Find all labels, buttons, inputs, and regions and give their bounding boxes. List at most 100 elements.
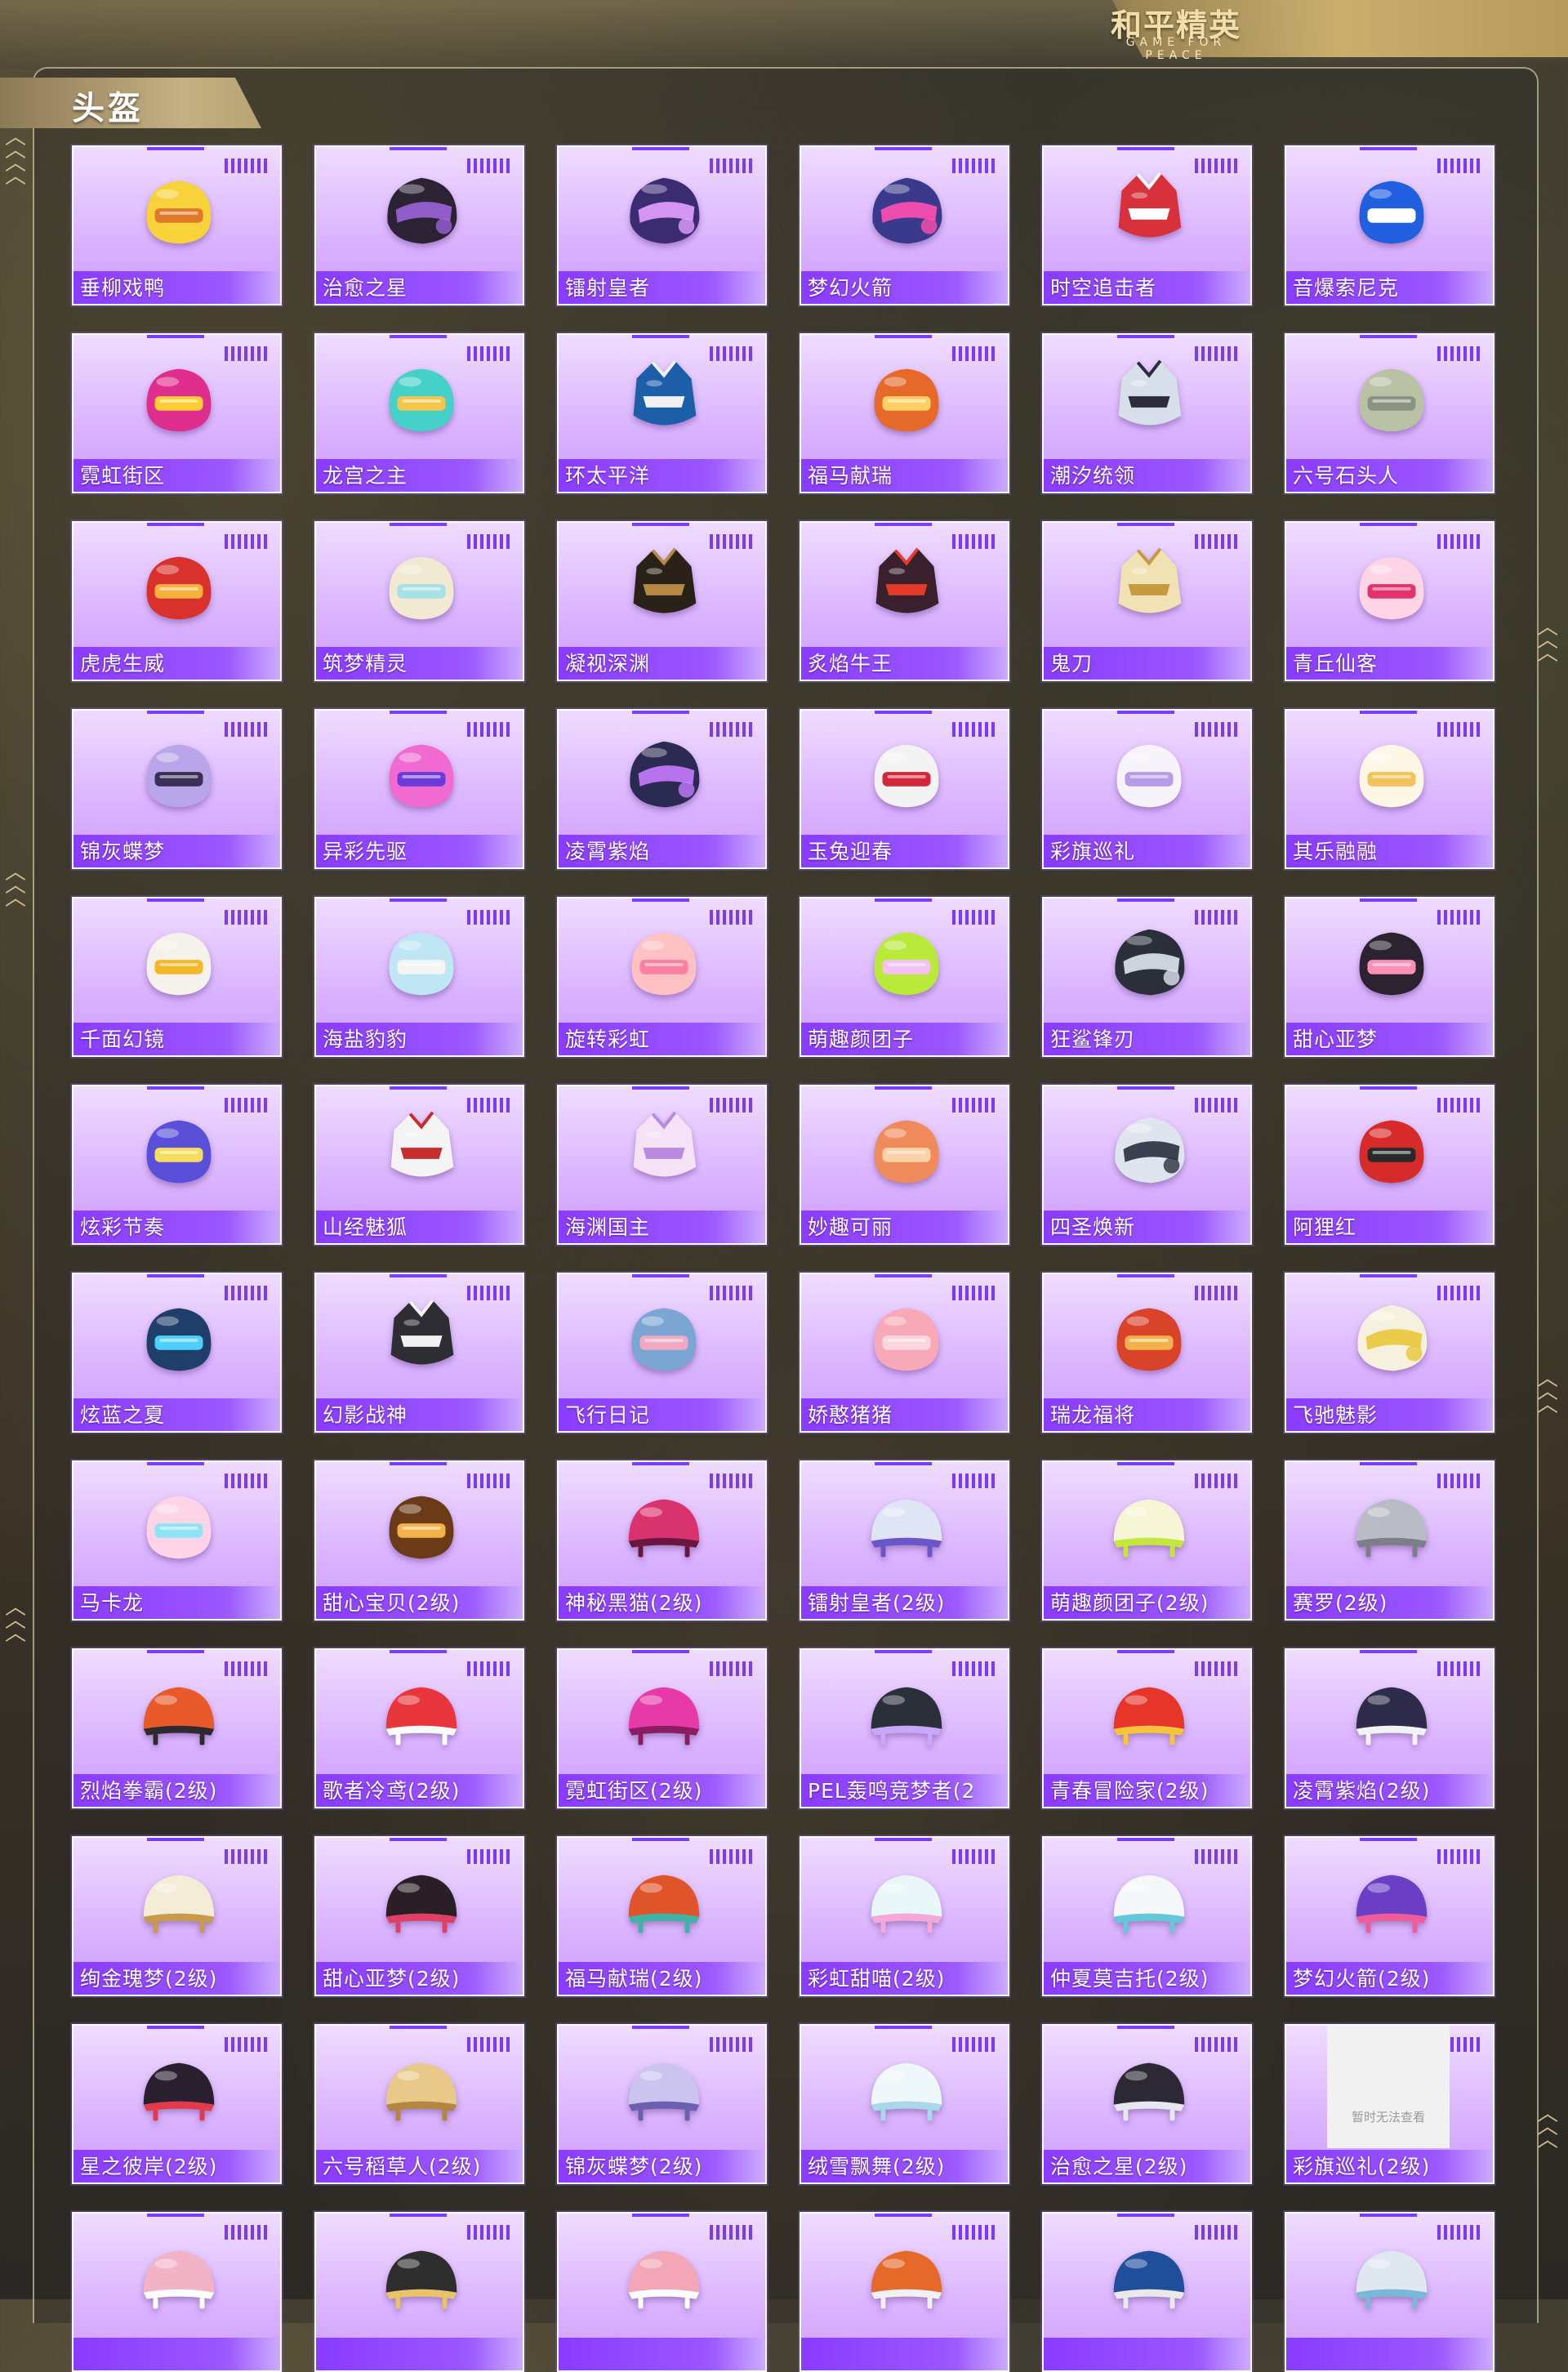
helmet-card[interactable]: 星之彼岸(2级) <box>72 2024 282 2184</box>
rarity-stripes-icon <box>952 2037 996 2052</box>
helmet-icon <box>146 556 212 620</box>
helmet-card[interactable]: 仲夏莫吉托(2级) <box>1042 1836 1252 1996</box>
helmet-card[interactable]: 绒雪飘舞(2级) <box>800 2024 1009 2184</box>
helmet-card[interactable]: 烈焰拳霸(2级) <box>72 1648 282 1808</box>
helmet-card[interactable]: 海渊国主 <box>557 1085 767 1245</box>
helmet-name: 治愈之星(2级) <box>1050 2155 1188 2178</box>
helmet-card[interactable]: 潮汐统领 <box>1042 333 1252 493</box>
helmet-card[interactable]: 狂鲨锋刃 <box>1042 897 1252 1057</box>
helmet-card[interactable]: 阿狸红 <box>1285 1085 1494 1245</box>
helmet-card[interactable]: 霓虹街区 <box>72 333 282 493</box>
rarity-stripes-icon <box>710 158 754 173</box>
helmet-card[interactable]: 甜心宝贝(2级) <box>314 1460 524 1621</box>
helmet-name: 彩旗巡礼 <box>1050 840 1136 863</box>
helmet-card[interactable]: 甜心亚梦(2级) <box>314 1836 524 1996</box>
helmet-card[interactable]: 虎虎生威 <box>72 521 282 681</box>
helmet-card[interactable]: 青丘仙客 <box>1285 521 1494 681</box>
helmet-card[interactable]: 绚金瑰梦(2级) <box>72 1836 282 1996</box>
helmet-card[interactable]: 彩虹甜喵(2级) <box>800 1836 1009 1996</box>
helmet-icon <box>143 2250 215 2309</box>
helmet-card[interactable]: 镭射皇者(2级) <box>800 1460 1009 1621</box>
helmet-name: 彩虹甜喵(2级) <box>808 1967 946 1991</box>
helmet-card[interactable]: 福马献瑞(2级) <box>557 1836 767 1996</box>
helmet-card[interactable]: 龙宫之主 <box>314 333 524 493</box>
helmet-card[interactable]: 筑梦精灵 <box>314 521 524 681</box>
helmet-card[interactable] <box>1042 2212 1252 2372</box>
helmet-card[interactable]: 玉兔迎春 <box>800 709 1009 869</box>
helmet-card[interactable]: 六号石头人 <box>1285 333 1494 493</box>
helmet-name: 治愈之星 <box>323 276 408 300</box>
helmet-name: 凝视深渊 <box>565 652 651 675</box>
helmet-card[interactable]: 妙趣可丽 <box>800 1085 1009 1245</box>
helmet-icon <box>1359 368 1424 432</box>
helmet-card[interactable]: 其乐融融 <box>1285 709 1494 869</box>
helmet-card[interactable]: 异彩先驱 <box>314 709 524 869</box>
helmet-icon <box>1356 2250 1428 2309</box>
rarity-stripes-icon <box>1437 1286 1481 1300</box>
helmet-card[interactable]: 垂柳戏鸭 <box>72 145 282 305</box>
helmet-card[interactable]: 娇憨猪猪 <box>800 1273 1009 1433</box>
helmet-card[interactable]: PEL轰鸣竞梦者(2 <box>800 1648 1009 1808</box>
helmet-card[interactable]: 歌者冷鸢(2级) <box>314 1648 524 1808</box>
helmet-name: 星之彼岸(2级) <box>80 2155 218 2178</box>
helmet-card[interactable]: 环太平洋 <box>557 333 767 493</box>
helmet-card[interactable]: 瑞龙福将 <box>1042 1273 1252 1433</box>
helmet-card[interactable]: 飞驰魅影 <box>1285 1273 1494 1433</box>
rarity-stripes-icon <box>1437 1474 1481 1488</box>
card-top-accent <box>390 1462 447 1465</box>
helmet-card[interactable]: 彩旗巡礼 <box>1042 709 1252 869</box>
helmet-card[interactable]: 炫蓝之夏 <box>72 1273 282 1433</box>
helmet-icon <box>146 368 212 432</box>
helmet-card[interactable]: 千面幻镜 <box>72 897 282 1057</box>
helmet-card[interactable]: 鬼刀 <box>1042 521 1252 681</box>
helmet-card[interactable]: 锦灰蝶梦 <box>72 709 282 869</box>
helmet-card[interactable] <box>1285 2212 1494 2372</box>
chevron-up-icon: ︿ ︿ ︿ <box>5 1595 26 1646</box>
helmet-card[interactable]: 炫彩节奏 <box>72 1085 282 1245</box>
helmet-card[interactable]: 甜心亚梦 <box>1285 897 1494 1057</box>
helmet-card[interactable]: 暂时无法查看 彩旗巡礼(2级) <box>1285 2024 1494 2184</box>
helmet-card[interactable] <box>557 2212 767 2372</box>
helmet-card[interactable]: 时空追击者 <box>1042 145 1252 305</box>
helmet-card[interactable]: 霓虹街区(2级) <box>557 1648 767 1808</box>
helmet-card[interactable]: 治愈之星 <box>314 145 524 305</box>
helmet-card[interactable]: 六号稻草人(2级) <box>314 2024 524 2184</box>
helmet-card[interactable]: 山经魅狐 <box>314 1085 524 1245</box>
helmet-name: 虎虎生威 <box>80 652 166 675</box>
helmet-icon <box>387 177 457 244</box>
helmet-card[interactable] <box>800 2212 1009 2372</box>
rarity-stripes-icon <box>467 1661 511 1676</box>
rarity-stripes-icon <box>952 534 996 549</box>
helmet-card[interactable]: 赛罗(2级) <box>1285 1460 1494 1621</box>
helmet-card[interactable]: 梦幻火箭(2级) <box>1285 1836 1494 1996</box>
rarity-stripes-icon <box>1195 2037 1239 2052</box>
helmet-card[interactable]: 凌霄紫焰 <box>557 709 767 869</box>
helmet-card[interactable]: 青春冒险家(2级) <box>1042 1648 1252 1808</box>
helmet-card[interactable]: 音爆索尼克 <box>1285 145 1494 305</box>
helmet-card[interactable]: 锦灰蝶梦(2级) <box>557 2024 767 2184</box>
helmet-card[interactable]: 神秘黑猫(2级) <box>557 1460 767 1621</box>
helmet-card[interactable] <box>314 2212 524 2372</box>
helmet-card[interactable]: 梦幻火箭 <box>800 145 1009 305</box>
helmet-name: 镭射皇者 <box>565 276 651 300</box>
helmet-icon <box>389 744 454 808</box>
helmet-card[interactable]: 海盐豹豹 <box>314 897 524 1057</box>
helmet-card[interactable]: 萌趣颜团子(2级) <box>1042 1460 1252 1621</box>
helmet-card[interactable]: 幻影战神 <box>314 1273 524 1433</box>
helmet-card[interactable]: 凌霄紫焰(2级) <box>1285 1648 1494 1808</box>
helmet-card[interactable]: 福马献瑞 <box>800 333 1009 493</box>
card-top-accent <box>875 1274 932 1277</box>
helmet-card[interactable]: 萌趣颜团子 <box>800 897 1009 1057</box>
helmet-icon <box>874 368 939 432</box>
helmet-card[interactable] <box>72 2212 282 2372</box>
helmet-card[interactable]: 凝视深渊 <box>557 521 767 681</box>
helmet-name: 凌霄紫焰 <box>565 840 651 863</box>
helmet-card[interactable]: 四圣焕新 <box>1042 1085 1252 1245</box>
helmet-card[interactable]: 治愈之星(2级) <box>1042 2024 1252 2184</box>
rarity-stripes-icon <box>225 534 269 549</box>
helmet-card[interactable]: 飞行日记 <box>557 1273 767 1433</box>
helmet-card[interactable]: 旋转彩虹 <box>557 897 767 1057</box>
helmet-card[interactable]: 镭射皇者 <box>557 145 767 305</box>
helmet-card[interactable]: 马卡龙 <box>72 1460 282 1621</box>
helmet-card[interactable]: 炙焰牛王 <box>800 521 1009 681</box>
